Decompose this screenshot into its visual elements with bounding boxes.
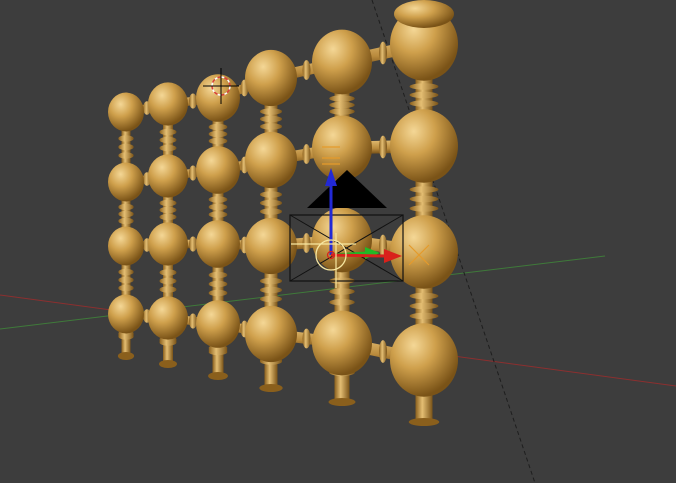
connector-collar [302,233,311,253]
baluster-sphere [390,109,458,183]
post-collar [259,191,283,198]
scene-canvas[interactable] [0,0,676,483]
baluster-sphere [148,222,188,266]
baluster-sphere [148,154,188,198]
post-collar [159,199,177,207]
post-collar [118,217,134,225]
post-collar [409,91,439,99]
post-collar [159,136,177,144]
connector-collar [302,328,311,349]
post-collar [118,276,134,284]
post-collar [208,211,228,218]
post-collar [329,288,355,295]
post-collar [329,299,355,306]
post-collar [329,95,355,102]
baluster-sphere [108,162,144,202]
connector-collar [302,60,311,80]
baluster-sphere [108,226,144,266]
top-cap [394,0,454,28]
post-collar [159,286,177,293]
baluster-grid-model[interactable] [108,0,458,426]
post-collar [329,101,355,109]
baluster-sphere [108,92,144,132]
baluster-sphere [148,82,188,126]
post-collar [409,195,439,203]
post-foot [208,372,228,380]
post-collar [159,128,177,136]
baluster-sphere [312,310,372,376]
baluster-sphere [312,29,372,95]
y-axis-line [0,255,606,330]
post-collar [259,286,283,294]
baluster-sphere [196,146,240,194]
connector-collar [189,313,197,329]
post-collar [118,152,134,159]
post-collar [208,271,228,279]
post-collar [118,210,134,218]
post-collar [159,269,177,276]
connector-collar [189,93,197,109]
baluster-sphere [245,49,297,107]
baluster-sphere [196,220,240,268]
post-collar [259,108,283,115]
post-collar [159,277,177,285]
post-collar [208,137,228,145]
post-collar [409,205,439,212]
post-collar [208,123,228,131]
connector-collar [379,41,387,65]
post-collar [409,83,439,90]
baluster-sphere [148,296,188,340]
connector-collar [379,135,387,159]
baluster-sphere [390,323,458,397]
post-collar [208,196,228,203]
post-collar [118,203,134,211]
post-collar [118,268,134,276]
baluster-sphere [196,300,240,348]
post-collar [118,333,134,340]
post-collar [409,302,439,310]
post-foot [159,360,177,368]
post-collar [159,206,177,214]
post-foot [328,398,356,406]
baluster-sphere [196,74,240,122]
post-collar [118,143,134,151]
post-collar [159,144,177,152]
post-collar [118,135,134,142]
post-collar [208,280,228,288]
connector-collar [379,340,387,363]
baluster-sphere [245,217,297,275]
post-collar [159,213,177,221]
post-collar [159,339,177,346]
post-collar [329,108,355,115]
post-collar [208,348,228,356]
post-collar [259,208,283,215]
post-collar [259,277,283,285]
3d-viewport[interactable] [0,0,676,483]
post-collar [409,312,439,320]
connector-collar [189,236,197,252]
baluster-sphere [312,115,372,181]
post-collar [409,186,439,193]
connector-collar [302,144,311,164]
baluster-sphere [245,131,297,189]
post-collar [208,289,228,297]
post-collar [208,130,228,138]
gizmo-x-axis[interactable] [330,253,386,258]
connector-collar [189,165,197,181]
post-collar [409,100,439,107]
post-collar [259,115,283,123]
baluster-sphere [108,294,144,334]
post-foot [117,352,135,360]
baluster-sphere [245,305,297,363]
baluster-sphere [390,215,458,289]
post-collar [118,284,134,292]
post-collar [259,295,283,303]
post-foot [408,418,440,426]
post-collar [259,123,283,130]
post-collar [409,292,439,300]
post-collar [259,199,283,207]
post-collar [208,203,228,211]
post-foot [259,384,283,392]
